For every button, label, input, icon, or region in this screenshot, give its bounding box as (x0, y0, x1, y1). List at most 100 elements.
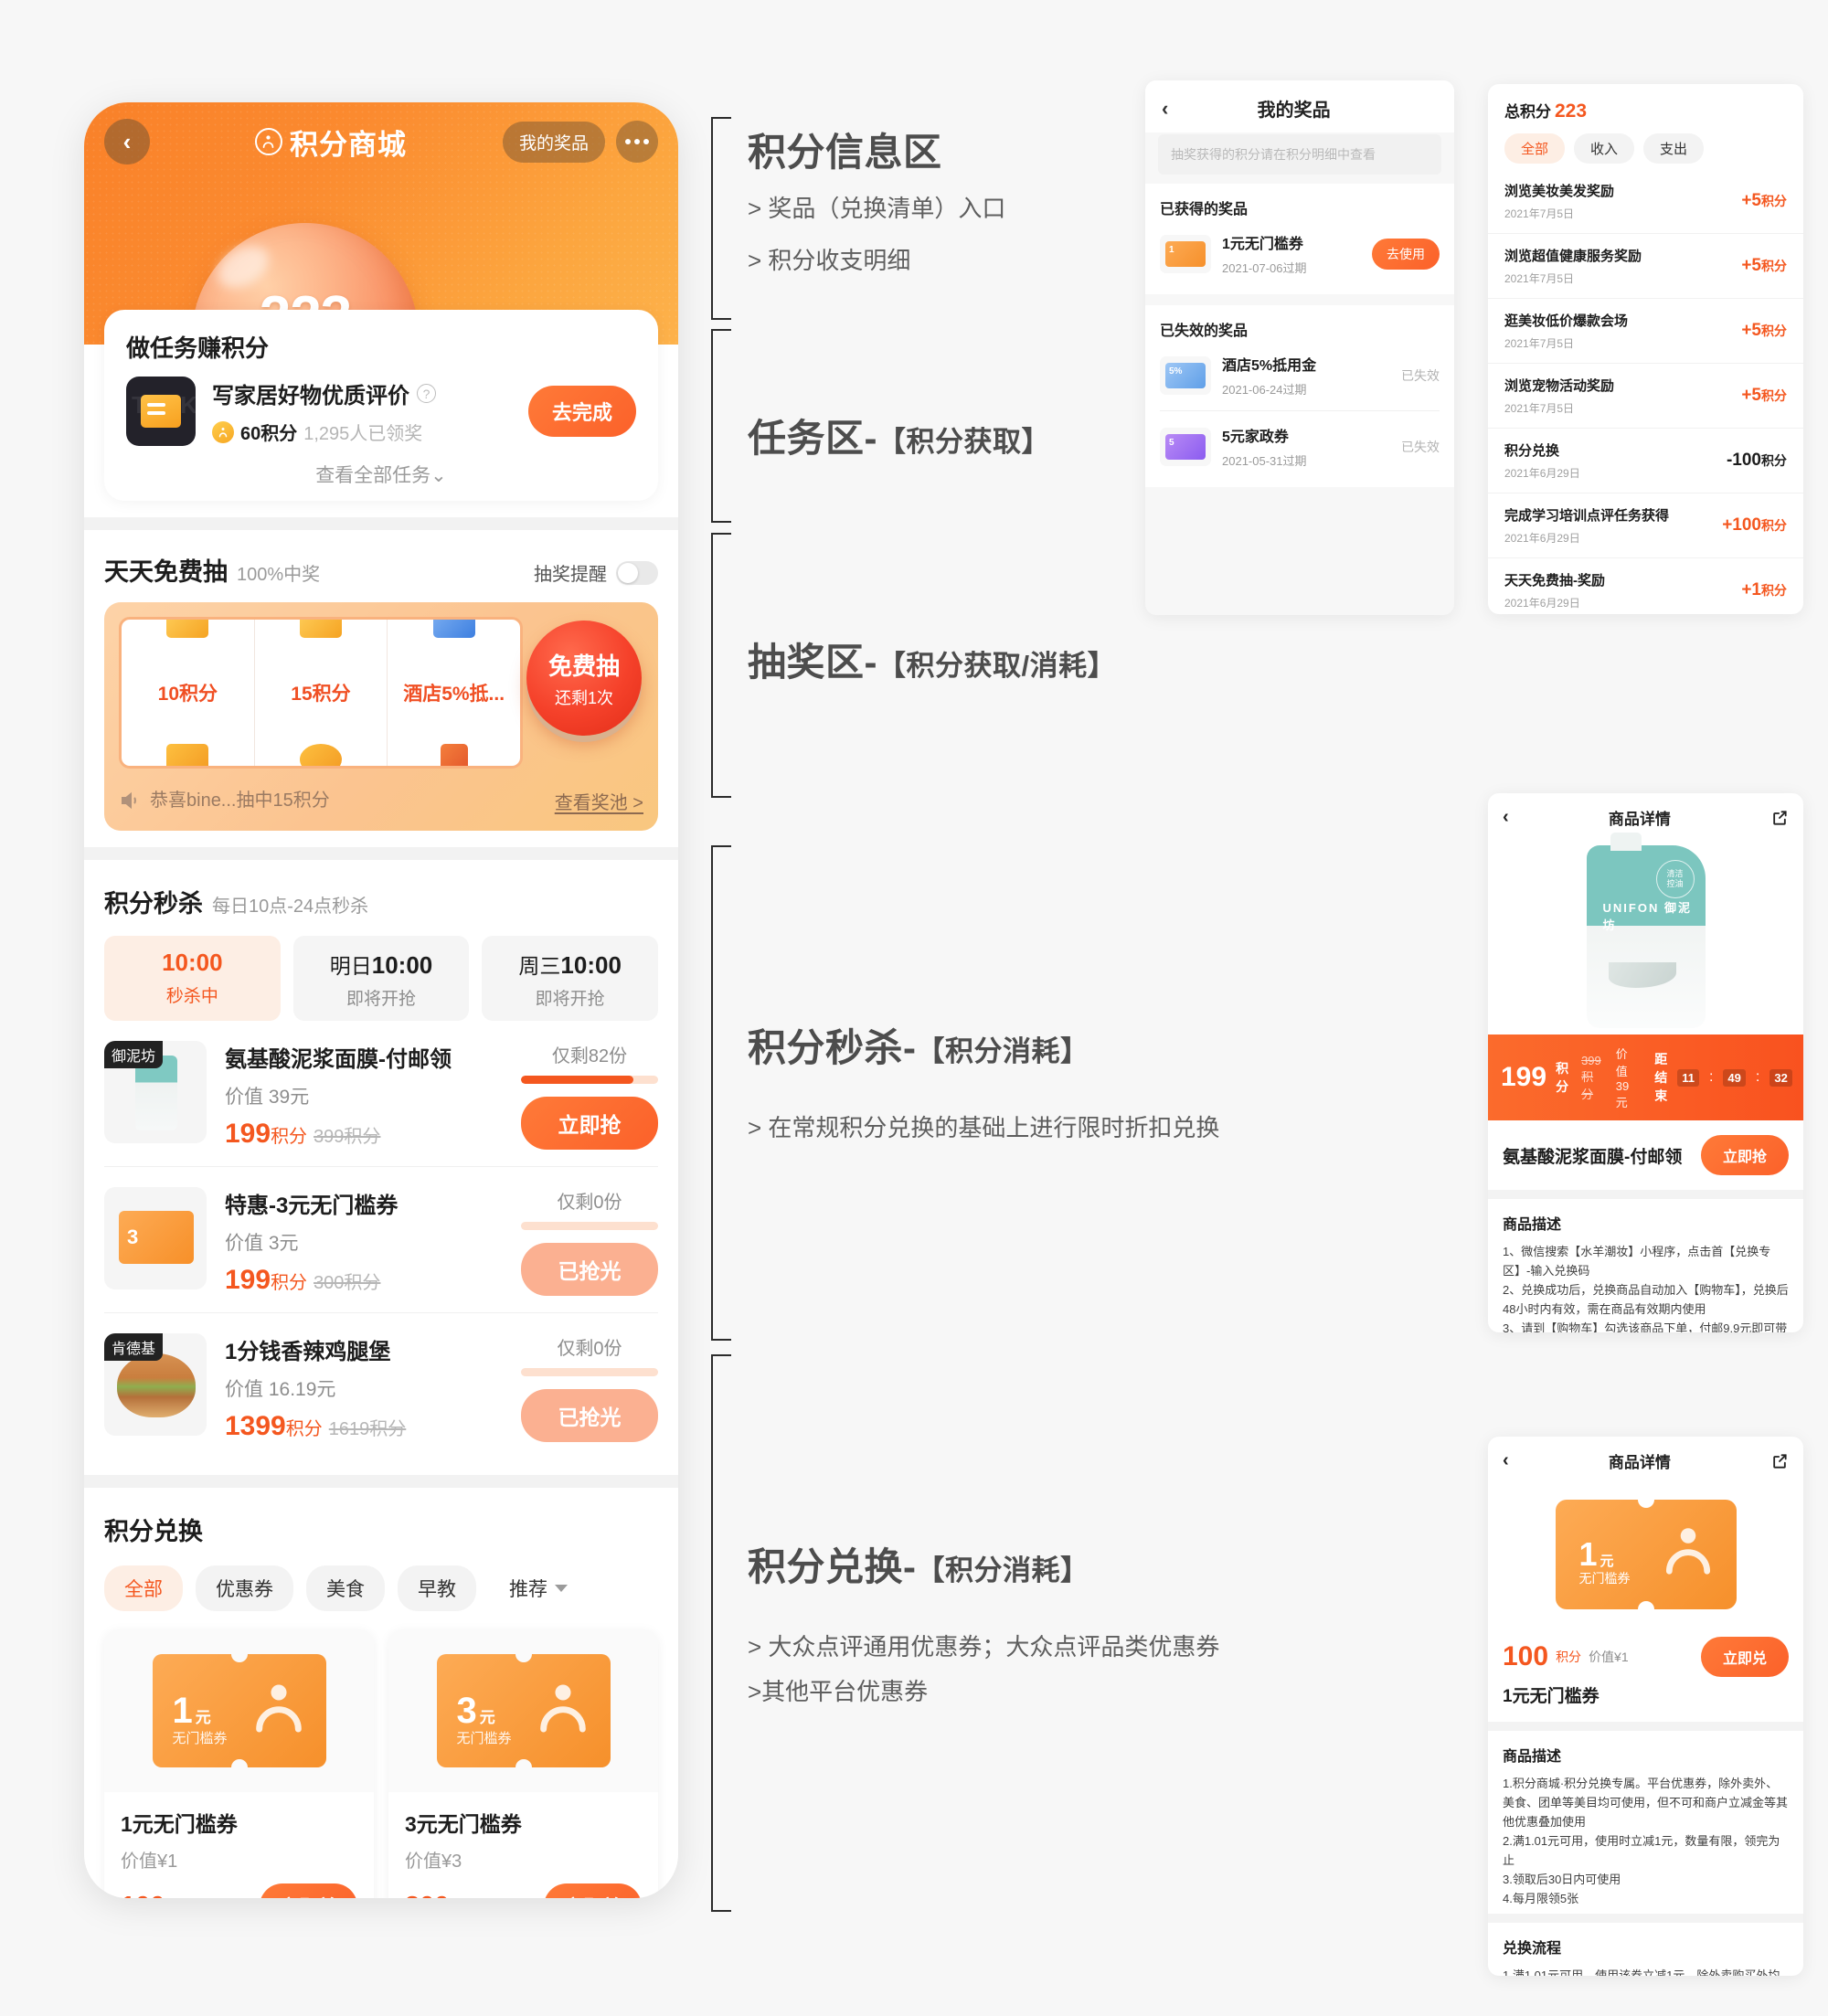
lottery-cell[interactable]: 酒店5%抵... (388, 620, 520, 766)
prizes-tip: 抽奖获得的积分请在积分明细中查看 (1158, 134, 1441, 175)
back-icon[interactable]: ‹ (1503, 1450, 1509, 1471)
section-divider (1488, 1190, 1803, 1199)
seckill-item[interactable]: 3 特惠-3元无门槛券 价值 3元 199积分 300积分 仅剩0份 已抢光 (104, 1167, 658, 1312)
back-icon[interactable]: ‹ (104, 119, 150, 164)
back-icon[interactable]: ‹ (1162, 97, 1168, 121)
filter-chip-all[interactable]: 全部 (104, 1565, 183, 1611)
prize-status: 已失效 (1401, 367, 1440, 383)
seckill-time-tab[interactable]: 明日10:00 即将开抢 (292, 936, 470, 1021)
bracket-exchange-area (711, 1354, 731, 1912)
points-row-name: 浏览美妆美发奖励 (1504, 184, 1615, 199)
coupon-value: 1元 (1579, 1538, 1614, 1571)
exchange-goods-card[interactable]: 1元 无门槛券 1元无门槛券 价值¥1 100积分 立即兑 (104, 1629, 374, 1898)
seckill-points-unit: 积分 (285, 1419, 323, 1439)
stock-progress-bar (521, 1368, 658, 1376)
points-row-unit: 积分 (1761, 453, 1787, 468)
points-row-unit: 积分 (1761, 518, 1787, 533)
prizes-earned-block: 已获得的奖品 1 1元无门槛券 2021-07-06过期 去使用 (1145, 184, 1454, 294)
lottery-reminder-toggle[interactable] (616, 560, 658, 585)
more-dots-icon[interactable] (616, 121, 658, 163)
exchange-now-button[interactable]: 立即兑 (260, 1883, 357, 1898)
goods-name: 3元无门槛券 (405, 1812, 522, 1836)
prize-item[interactable]: 1 1元无门槛券 2021-07-06过期 去使用 (1160, 218, 1440, 289)
prize-thumbnail: 5 (1160, 427, 1211, 466)
seckill-time-tab[interactable]: 周三10:00 即将开抢 (482, 936, 659, 1021)
prize-pool-link[interactable]: 查看奖池 > (555, 788, 643, 814)
task-complete-button[interactable]: 去完成 (527, 386, 636, 437)
hotel-deco-icon (432, 620, 475, 638)
prize-name: 1元无门槛券 (1222, 237, 1303, 252)
brand-badge: 御泥坊 (104, 1041, 164, 1068)
coupon-amount: 1 (1578, 1535, 1598, 1573)
annotation-heading-sub: 【积分消耗】 (916, 1035, 1089, 1067)
filter-chip-education[interactable]: 早教 (398, 1565, 476, 1611)
sort-dropdown[interactable]: 推荐 (489, 1565, 568, 1611)
filter-chip-food[interactable]: 美食 (306, 1565, 385, 1611)
exchange-header: 积分兑换 (104, 1512, 658, 1547)
goods-detail-top-bar: ‹ 商品详情 (1488, 793, 1803, 838)
filter-chip-coupon[interactable]: 优惠券 (196, 1565, 293, 1611)
points-row: 浏览宠物活动奖励 2021年7月5日 +5积分 (1488, 364, 1803, 429)
bracket-seckill-area (711, 845, 731, 1341)
points-row-name: 逛美妆低价爆款会场 (1504, 313, 1629, 329)
lottery-cell[interactable]: 15积分 (255, 620, 388, 766)
share-icon[interactable] (1770, 1452, 1789, 1470)
seckill-tab-time: 周三10:00 (482, 949, 658, 980)
points-tab-expense[interactable]: 支出 (1643, 133, 1705, 164)
exchange-now-button[interactable]: 立即兑 (544, 1883, 642, 1898)
points-row-value: +100 (1722, 515, 1761, 535)
coupon-icon: 1 (1165, 240, 1206, 267)
lottery-cell-label: 酒店5%抵... (403, 684, 505, 705)
points-row-amount: -100积分 (1727, 451, 1787, 471)
points-detail-panel: 总积分 223 全部 收入 支出 浏览美妆美发奖励 2021年7月5日 +5积分 浏览… (1488, 84, 1803, 614)
seckill-tab-time: 明日10:00 (293, 949, 470, 980)
seckill-time-tab[interactable]: 10:00 秒杀中 (104, 936, 281, 1021)
goods-points: 199 (1501, 1062, 1547, 1092)
goods-hero-image: 清洁 控油 UNIFON 御泥坊 (1488, 832, 1803, 1035)
buy-now-button[interactable]: 立即抢 (1700, 1135, 1789, 1175)
seckill-item-price: 199积分 399积分 (225, 1119, 503, 1150)
question-mark-icon[interactable]: ? (417, 384, 436, 403)
goods-points-value: 100 (121, 1892, 165, 1899)
points-row-date: 2021年7月5日 (1504, 207, 1575, 220)
lottery-cell[interactable]: 10积分 (122, 620, 255, 766)
seckill-tab-clock: 10:00 (162, 949, 223, 976)
coupon-unit: 元 (195, 1709, 211, 1726)
annotation-line: > 大众点评通用优惠券；大众点评品类优惠券 (748, 1633, 1220, 1661)
task-row[interactable]: TASK 写家居好物优质评价 ? 60积分 1,295人已领奖 去完成 (126, 377, 636, 446)
points-row-date: 2021年7月5日 (1504, 337, 1575, 350)
share-icon[interactable] (1770, 809, 1789, 827)
goods-old-points: 399积分 (1581, 1053, 1601, 1101)
points-tab-income[interactable]: 收入 (1574, 133, 1635, 164)
goods-detail-title: 商品详情 (1608, 811, 1671, 828)
exchange-now-button[interactable]: 立即兑 (1700, 1637, 1789, 1677)
food-deco-icon (440, 744, 468, 766)
points-tab-all[interactable]: 全部 (1504, 133, 1566, 164)
mask-pouch-image: 清洁 控油 UNIFON 御泥坊 (1586, 832, 1706, 1028)
seckill-grab-button[interactable]: 立即抢 (521, 1097, 658, 1150)
goods-name: 1元无门槛券 (1503, 1687, 1600, 1706)
lottery-reminder-group[interactable]: 抽奖提醒 (534, 559, 658, 586)
task-name-row: 写家居好物优质评价 ? (212, 377, 512, 409)
prize-item: 5% 酒店5%抵用金 2021-06-24过期 已失效 (1160, 340, 1440, 411)
free-draw-label: 免费抽 (547, 652, 620, 680)
seckill-item[interactable]: 肯德基 1分钱香辣鸡腿堡 价值 16.19元 1399积分 1619积分 仅剩0份… (104, 1313, 658, 1459)
coupon-3yuan-image: 3 (119, 1211, 194, 1264)
annotation-heading-main: 积分秒杀- (748, 1026, 917, 1069)
goods-points-unit: 积分 (1556, 1650, 1582, 1664)
seckill-tab-clock: 10:00 (560, 951, 622, 979)
seckill-section: 积分秒杀 每日10点-24点秒杀 10:00 秒杀中 明日10:00 即将开抢 … (84, 860, 678, 1459)
my-prizes-button[interactable]: 我的奖品 (502, 121, 605, 163)
exchange-goods-card[interactable]: 3元 无门槛券 3元无门槛券 价值¥3 300积分 立即兑 (388, 1629, 658, 1898)
free-draw-button[interactable]: 免费抽 还剩1次 (526, 621, 642, 736)
points-total: 总积分 223 (1488, 84, 1803, 122)
points-row-name: 积分兑换 (1504, 443, 1560, 459)
back-icon[interactable]: ‹ (1503, 807, 1509, 828)
seckill-item[interactable]: 御泥坊 氨基酸泥浆面膜-付邮领 价值 39元 199积分 399积分 仅剩82份 … (104, 1021, 658, 1166)
use-prize-button[interactable]: 去使用 (1372, 238, 1440, 270)
lottery-cell-label: 15积分 (291, 684, 351, 705)
points-row-unit: 积分 (1761, 583, 1787, 598)
seckill-item-price: 1399积分 1619积分 (225, 1411, 503, 1442)
points-filter-tabs: 全部 收入 支出 (1488, 122, 1803, 169)
view-all-tasks-link[interactable]: 查看全部任务⌄ (126, 461, 636, 488)
